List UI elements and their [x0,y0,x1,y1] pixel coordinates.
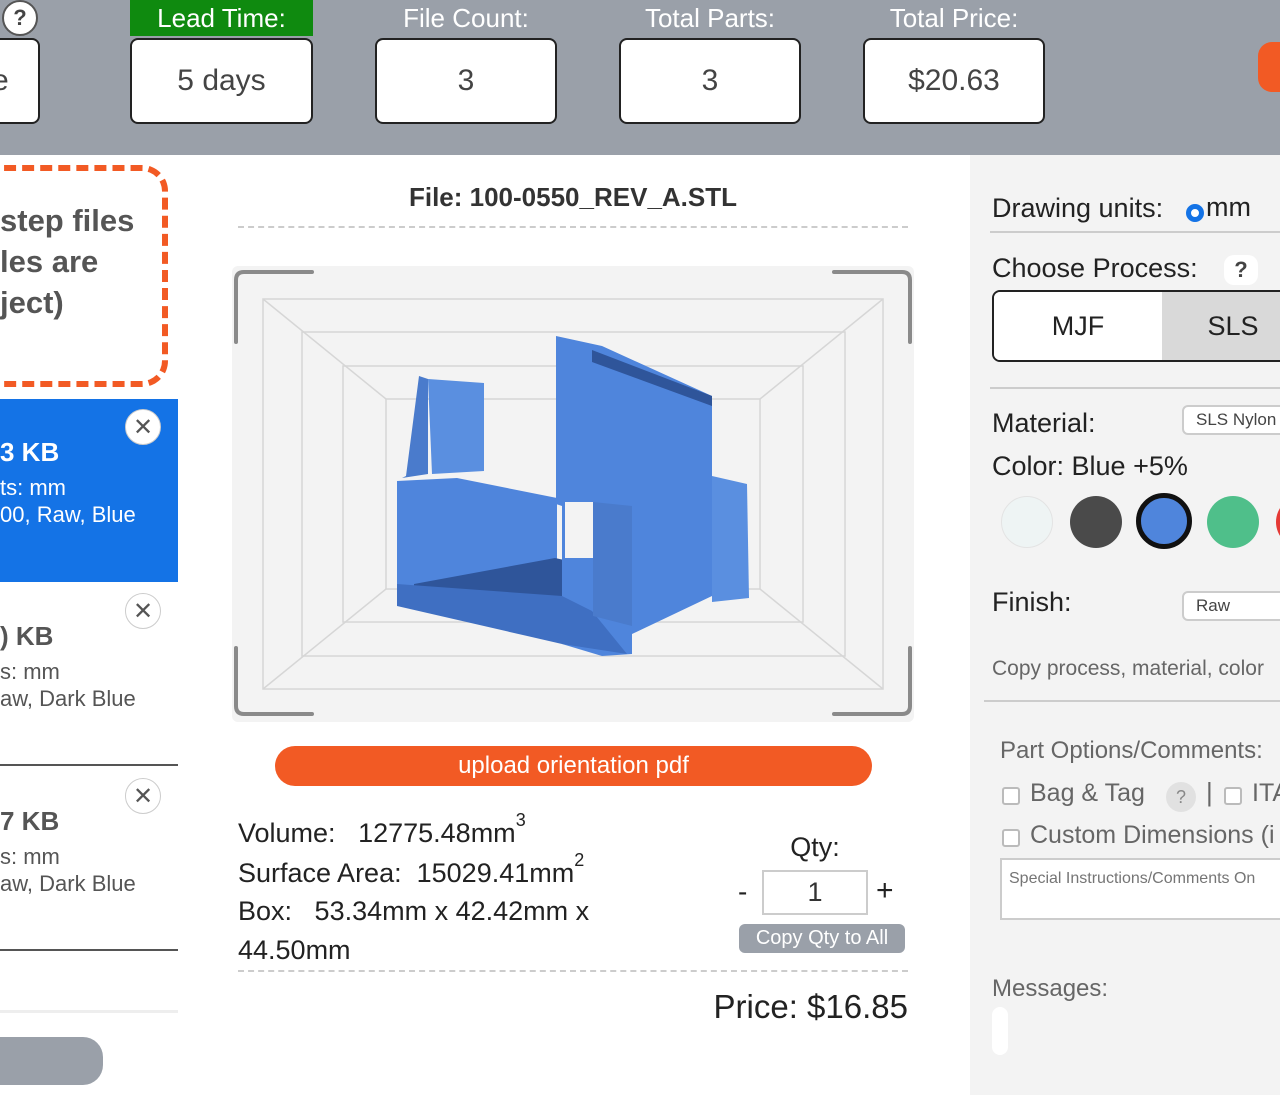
qty-label: Qty: [790,832,840,862]
total-parts-value: 3 [619,38,801,124]
copy-qty-to-all-button[interactable]: Copy Qty to All [739,924,905,953]
divider [238,970,908,972]
file-title: File: 100-0550_REV_A.STL [408,182,738,212]
settings-panel: Drawing units: mm Choose Process: ? MJF … [970,155,1280,1095]
volume-metric: Volume: 12775.48mm3 [238,810,526,849]
file-units: s: mm [0,659,60,684]
model-render [234,270,912,716]
box-metric-line-2: 44.50mm [238,935,351,965]
surface-area-label: Surface Area: [238,858,402,888]
process-option-mjf[interactable]: MJF [994,292,1162,360]
color-swatch-white[interactable] [1001,496,1053,548]
partial-left-box: e [0,38,40,124]
lead-time-label: Lead Time: [130,0,313,36]
file-spec: aw, Dark Blue [0,686,136,711]
total-price-label: Total Price: [889,2,1019,33]
drop-zone-text: step files les are ject) [0,200,134,323]
file-size: ) KB [0,621,54,651]
custom-dimensions-checkbox[interactable] [1002,829,1020,847]
file-card[interactable]: ✕ 3 KB ts: mm 00, Raw, Blue [0,399,178,582]
custom-dimensions-label: Custom Dimensions (i [1030,821,1275,849]
qty-increment-button[interactable]: + [876,874,894,908]
drawing-units-value: mm [1206,192,1251,222]
file-card[interactable]: ✕ ) KB s: mm aw, Dark Blue [0,583,178,766]
file-count-value: 3 [375,38,557,124]
file-size: 7 KB [0,806,60,836]
color-swatch-green[interactable] [1207,496,1259,548]
drawing-units-label: Drawing units: [992,193,1164,223]
volume-exponent: 3 [515,810,526,830]
surface-area-value: 15029.41mm [416,858,575,888]
partial-left-box-text: e [0,64,9,97]
file-price: Price: $16.85 [713,988,908,1025]
checkout-button-edge[interactable] [1258,42,1280,92]
material-label: Material: [992,408,1096,438]
surface-area-metric: Surface Area: 15029.41mm2 [238,850,584,889]
messages-box[interactable] [992,1007,1008,1055]
help-icon[interactable]: ? [2,0,38,36]
qty-input[interactable] [762,870,868,915]
box-metric: Box: 53.34mm x 42.42mm x [238,896,589,927]
3d-model-viewer[interactable] [232,266,914,722]
divider [984,700,1280,702]
finish-label: Finish: [992,587,1072,617]
bag-and-tag-label: Bag & Tag [1030,779,1145,807]
itar-label: ITA [1252,779,1280,807]
part-options-label: Part Options/Comments: [1000,737,1263,764]
close-icon[interactable]: ✕ [125,409,161,445]
box-value: 53.34mm x 42.42mm x [314,896,590,926]
file-spec: 00, Raw, Blue [0,502,136,527]
upload-orientation-pdf-button[interactable]: upload orientation pdf [275,746,872,786]
volume-label: Volume: [238,818,336,848]
divider [990,231,1280,233]
total-price-value: $20.63 [863,38,1045,124]
special-instructions-input[interactable] [1000,858,1280,920]
process-option-sls[interactable]: SLS [1162,292,1280,360]
file-card[interactable]: ✕ 7 KB s: mm aw, Dark Blue [0,768,178,951]
divider [0,1010,178,1013]
file-spec: aw, Dark Blue [0,871,136,896]
lead-time-value: 5 days [130,38,313,124]
color-swatch-dark-gray[interactable] [1070,496,1122,548]
color-swatch-blue[interactable] [1136,493,1192,549]
help-icon[interactable]: ? [1224,255,1258,285]
quote-summary-bar: ? e Lead Time: 5 days File Count: 3 Tota… [0,0,1280,155]
file-units: ts: mm [0,475,66,500]
finish-select[interactable]: Raw [1182,591,1280,621]
volume-value: 12775.48mm [358,818,516,848]
choose-process-label: Choose Process: [992,253,1198,283]
drop-zone-line: ject) [0,285,64,320]
bag-and-tag-checkbox[interactable] [1002,787,1020,805]
divider [238,226,908,228]
surface-area-exponent: 2 [574,850,585,870]
drop-zone-line: step files [0,203,135,238]
messages-label: Messages: [992,975,1109,1002]
process-toggle[interactable]: MJF SLS [992,290,1280,362]
color-swatch-red[interactable] [1276,496,1280,548]
file-units: s: mm [0,844,60,869]
add-files-button[interactable] [0,1037,103,1085]
box-label: Box: [238,896,293,926]
divider [990,387,1280,389]
total-parts-label: Total Parts: [644,2,776,33]
radio-button-mm[interactable] [1186,204,1204,222]
file-list-panel: step files les are ject) ✕ 3 KB ts: mm 0… [0,155,178,1095]
material-select[interactable]: SLS Nylon P [1182,405,1280,435]
color-label: Color: Blue +5% [992,451,1188,481]
close-icon[interactable]: ✕ [125,593,161,629]
file-count-label: File Count: [403,2,529,33]
help-icon[interactable]: ? [1166,782,1196,812]
separator: | [1206,777,1213,807]
part-geometry [397,336,749,656]
close-icon[interactable]: ✕ [125,778,161,814]
qty-decrement-button[interactable]: - [738,876,747,908]
copy-process-link[interactable]: Copy process, material, color [992,657,1264,681]
itar-checkbox[interactable] [1224,787,1242,805]
file-size: 3 KB [0,437,60,467]
drop-zone-line: les are [0,244,99,279]
